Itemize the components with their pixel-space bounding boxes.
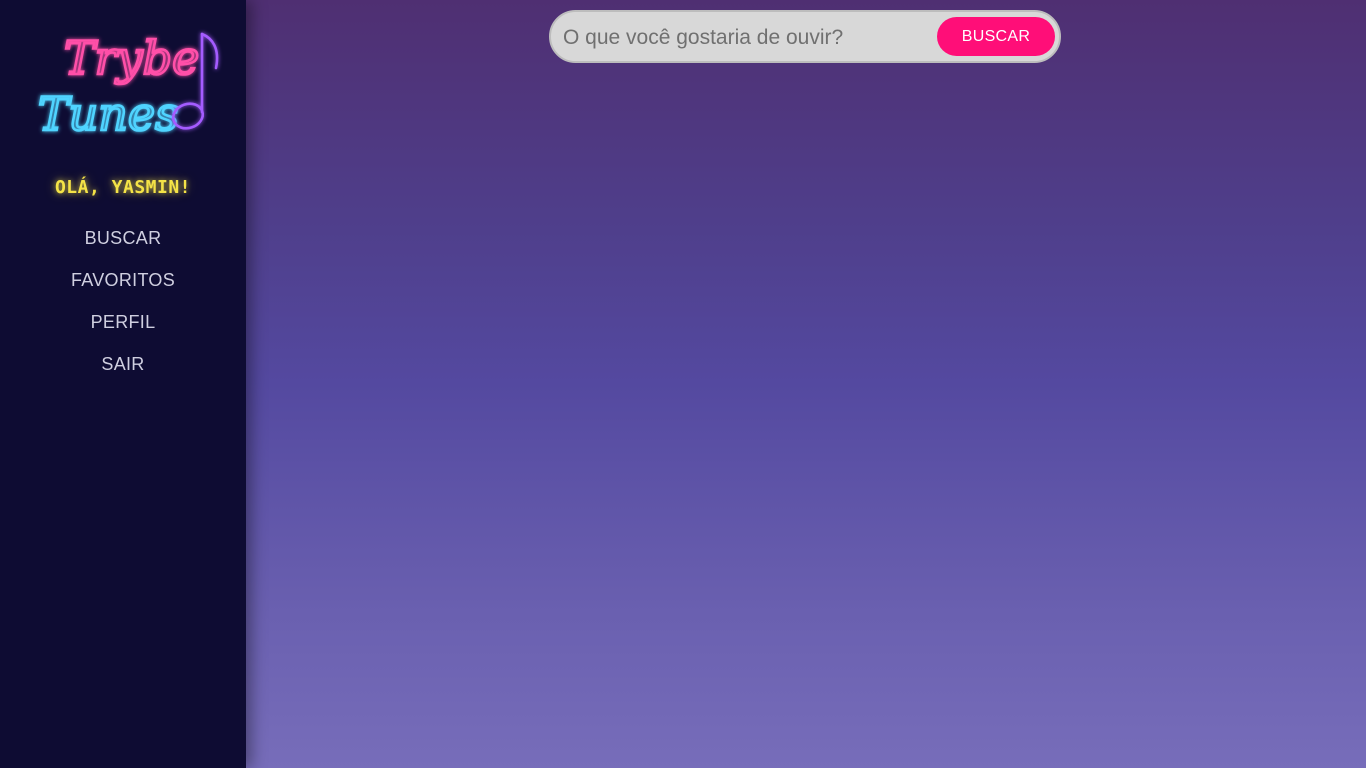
- search-bar: BUSCAR: [549, 10, 1061, 63]
- logo-graphic: Trybe Tunes: [37, 30, 219, 142]
- logo-line-2: Tunes: [38, 87, 179, 141]
- search-button[interactable]: BUSCAR: [937, 17, 1055, 56]
- sidebar: Trybe Tunes OLÁ, YASMIN! BUSCAR FAVORITO…: [0, 0, 246, 768]
- logo-line-1: Trybe: [64, 31, 199, 85]
- greeting-text: OLÁ, YASMIN!: [54, 177, 192, 198]
- app-root: Trybe Tunes OLÁ, YASMIN! BUSCAR FAVORITO…: [0, 0, 1366, 768]
- sidebar-item-favoritos[interactable]: FAVORITOS: [0, 266, 246, 308]
- search-input[interactable]: [561, 20, 935, 56]
- sidebar-item-perfil[interactable]: PERFIL: [0, 308, 246, 350]
- sidebar-nav: BUSCAR FAVORITOS PERFIL SAIR: [0, 224, 246, 392]
- sidebar-item-sair[interactable]: SAIR: [0, 350, 246, 392]
- trybe-tunes-logo: Trybe Tunes: [30, 24, 230, 144]
- sidebar-item-buscar[interactable]: BUSCAR: [0, 224, 246, 266]
